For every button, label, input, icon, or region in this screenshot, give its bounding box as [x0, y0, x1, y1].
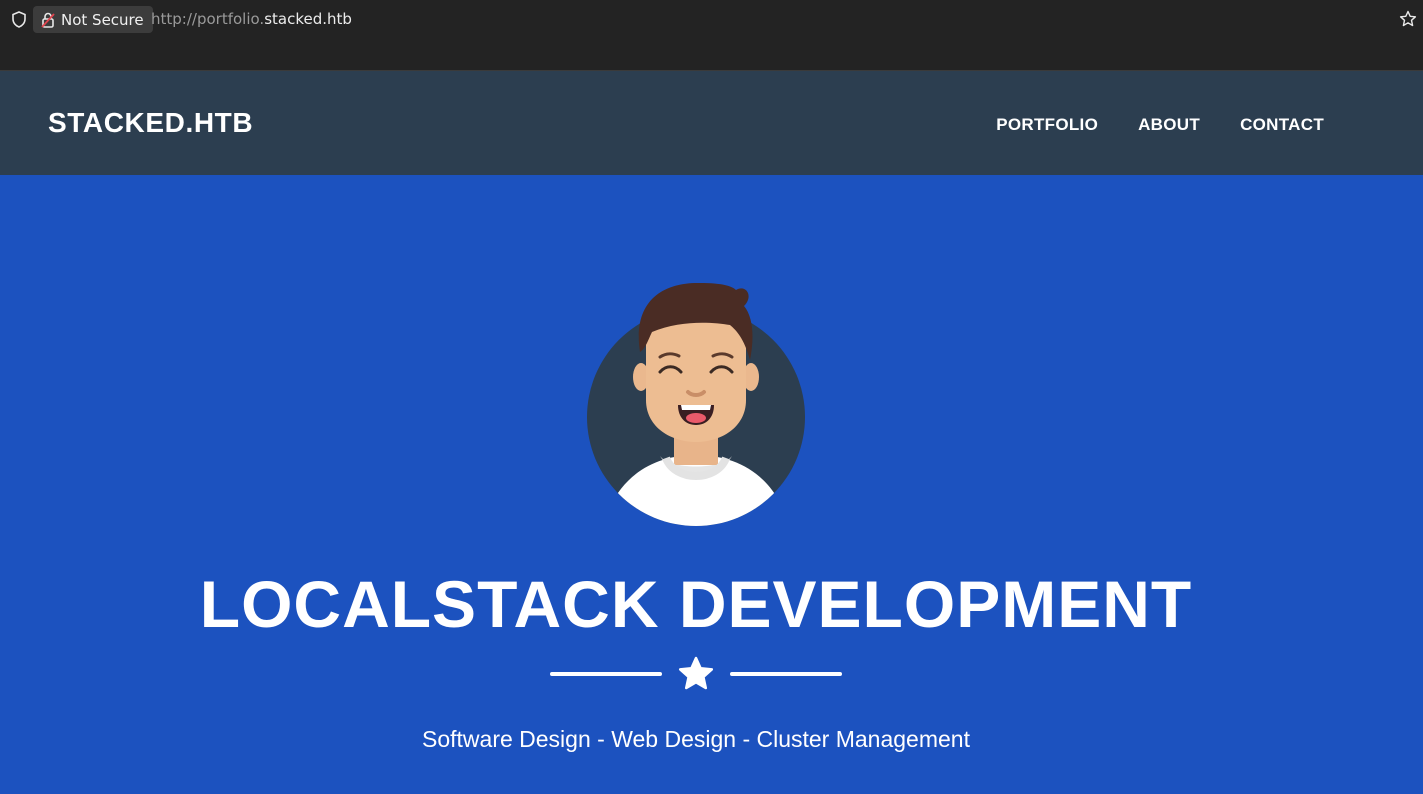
- browser-toolbar: Not Secure http://portfolio.stacked.htb: [0, 0, 1423, 71]
- address-bar[interactable]: http://portfolio.stacked.htb: [151, 10, 352, 28]
- security-label: Not Secure: [61, 10, 144, 29]
- hero-title: LOCALSTACK DEVELOPMENT: [199, 567, 1193, 641]
- lock-icon: [41, 12, 55, 28]
- url-scheme: http://portfolio.: [151, 10, 265, 28]
- divider-line-left: [550, 672, 662, 676]
- shield-icon[interactable]: [11, 11, 27, 28]
- brand-logo[interactable]: STACKED.HTB: [48, 107, 253, 139]
- site-navbar: STACKED.HTB PORTFOLIO ABOUT CONTACT: [0, 71, 1423, 175]
- divider-line-right: [730, 672, 842, 676]
- hero-subtitle: Software Design - Web Design - Cluster M…: [422, 726, 970, 752]
- nav-link-portfolio[interactable]: PORTFOLIO: [996, 115, 1098, 135]
- star-divider: [550, 656, 842, 692]
- security-badge[interactable]: Not Secure: [33, 6, 153, 33]
- avatar-icon: [587, 282, 805, 526]
- bookmark-star-icon[interactable]: [1399, 10, 1417, 28]
- nav-link-contact[interactable]: CONTACT: [1240, 115, 1324, 135]
- nav-link-about[interactable]: ABOUT: [1138, 115, 1200, 135]
- nav-links: PORTFOLIO ABOUT CONTACT: [996, 115, 1324, 135]
- star-icon: [678, 656, 714, 690]
- url-host: stacked.htb: [264, 10, 352, 28]
